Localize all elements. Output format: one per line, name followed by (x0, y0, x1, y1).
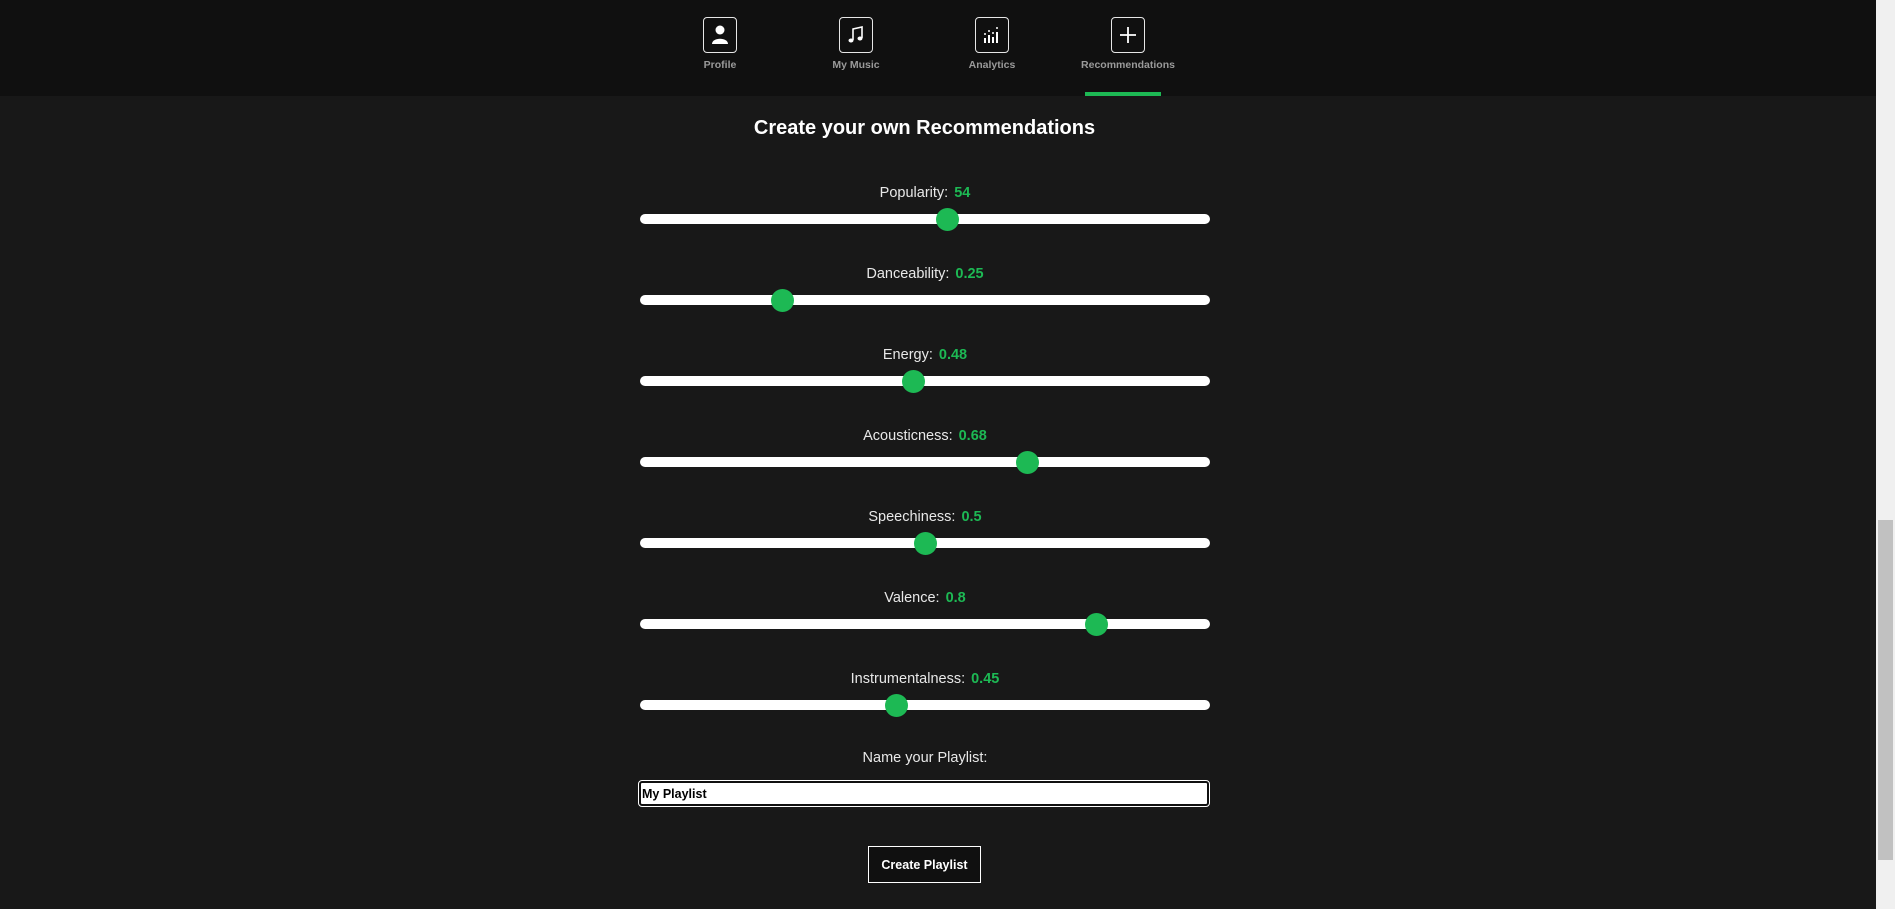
slider-track[interactable] (640, 370, 1210, 393)
nav-item-recommendations[interactable]: Recommendations (1078, 0, 1178, 96)
playlist-name-label: Name your Playlist: (862, 750, 988, 766)
slider-thumb[interactable] (885, 694, 908, 717)
slider-thumb[interactable] (1084, 613, 1108, 636)
slider-track[interactable] (640, 532, 1210, 555)
scrollbar-thumb[interactable] (1878, 520, 1893, 860)
slider-value: 0.48 (938, 347, 968, 363)
page: Profile My Music Analytics Recommendatio… (0, 0, 1895, 909)
slider-label: Instrumentalness: (850, 671, 966, 687)
slider-5: Valence: 0.8 (640, 589, 1210, 636)
page-title: Create your own Recommendations (753, 117, 1096, 139)
plus-icon (1111, 17, 1145, 53)
slider-label-row: Danceability: 0.25 (640, 265, 1210, 283)
slider-value: 0.5 (961, 509, 982, 525)
nav-item-my-music[interactable]: My Music (806, 0, 906, 96)
slider-label-row: Energy: 0.48 (640, 346, 1210, 364)
top-nav: Profile My Music Analytics Recommendatio… (0, 0, 1876, 96)
page-scrollbar[interactable] (1876, 0, 1895, 909)
nav-label-analytics: Analytics (968, 59, 1016, 71)
slider-track[interactable] (640, 208, 1210, 231)
slider-thumb[interactable] (1016, 451, 1040, 474)
slider-label: Popularity: (879, 185, 949, 201)
slider-label-row: Speechiness: 0.5 (640, 508, 1210, 526)
nav-label-my-music: My Music (832, 59, 880, 71)
nav-item-analytics[interactable]: Analytics (942, 0, 1042, 96)
slider-thumb[interactable] (771, 289, 794, 312)
slider-thumb[interactable] (913, 532, 937, 555)
nav-label-profile: Profile (703, 59, 737, 71)
slider-1: Danceability: 0.25 (640, 265, 1210, 312)
person-icon (703, 17, 737, 53)
active-tab-indicator (1085, 92, 1161, 96)
slider-track[interactable] (640, 613, 1210, 636)
slider-label: Energy: (882, 347, 933, 363)
slider-3: Acousticness: 0.68 (640, 427, 1210, 474)
nav-label-recommendations: Recommendations (1081, 59, 1175, 71)
slider-6: Instrumentalness: 0.45 (640, 670, 1210, 717)
slider-thumb[interactable] (936, 208, 960, 231)
slider-label: Danceability: (866, 266, 950, 282)
slider-track[interactable] (640, 289, 1210, 312)
nav-item-profile[interactable]: Profile (670, 0, 770, 96)
bar-chart-icon (975, 17, 1009, 53)
slider-label-row: Valence: 0.8 (640, 589, 1210, 607)
create-playlist-button[interactable]: Create Playlist (868, 846, 981, 883)
slider-label-row: Popularity: 54 (640, 184, 1210, 202)
slider-value: 0.8 (945, 590, 966, 606)
slider-thumb[interactable] (902, 370, 926, 393)
music-note-icon (839, 17, 873, 53)
slider-value: 0.45 (971, 671, 1000, 687)
slider-2: Energy: 0.48 (640, 346, 1210, 393)
slider-label: Acousticness: (863, 428, 953, 444)
slider-value: 0.68 (958, 428, 987, 444)
slider-0: Popularity: 54 (640, 184, 1210, 231)
slider-label: Speechiness: (868, 509, 956, 525)
slider-label: Valence: (884, 590, 940, 606)
slider-label-row: Acousticness: 0.68 (640, 427, 1210, 445)
slider-label-row: Instrumentalness: 0.45 (640, 670, 1210, 688)
slider-value: 0.25 (955, 266, 984, 282)
playlist-name-input[interactable] (638, 780, 1210, 807)
slider-value: 54 (954, 185, 971, 201)
slider-4: Speechiness: 0.5 (640, 508, 1210, 555)
slider-track[interactable] (640, 694, 1210, 717)
slider-track[interactable] (640, 451, 1210, 474)
